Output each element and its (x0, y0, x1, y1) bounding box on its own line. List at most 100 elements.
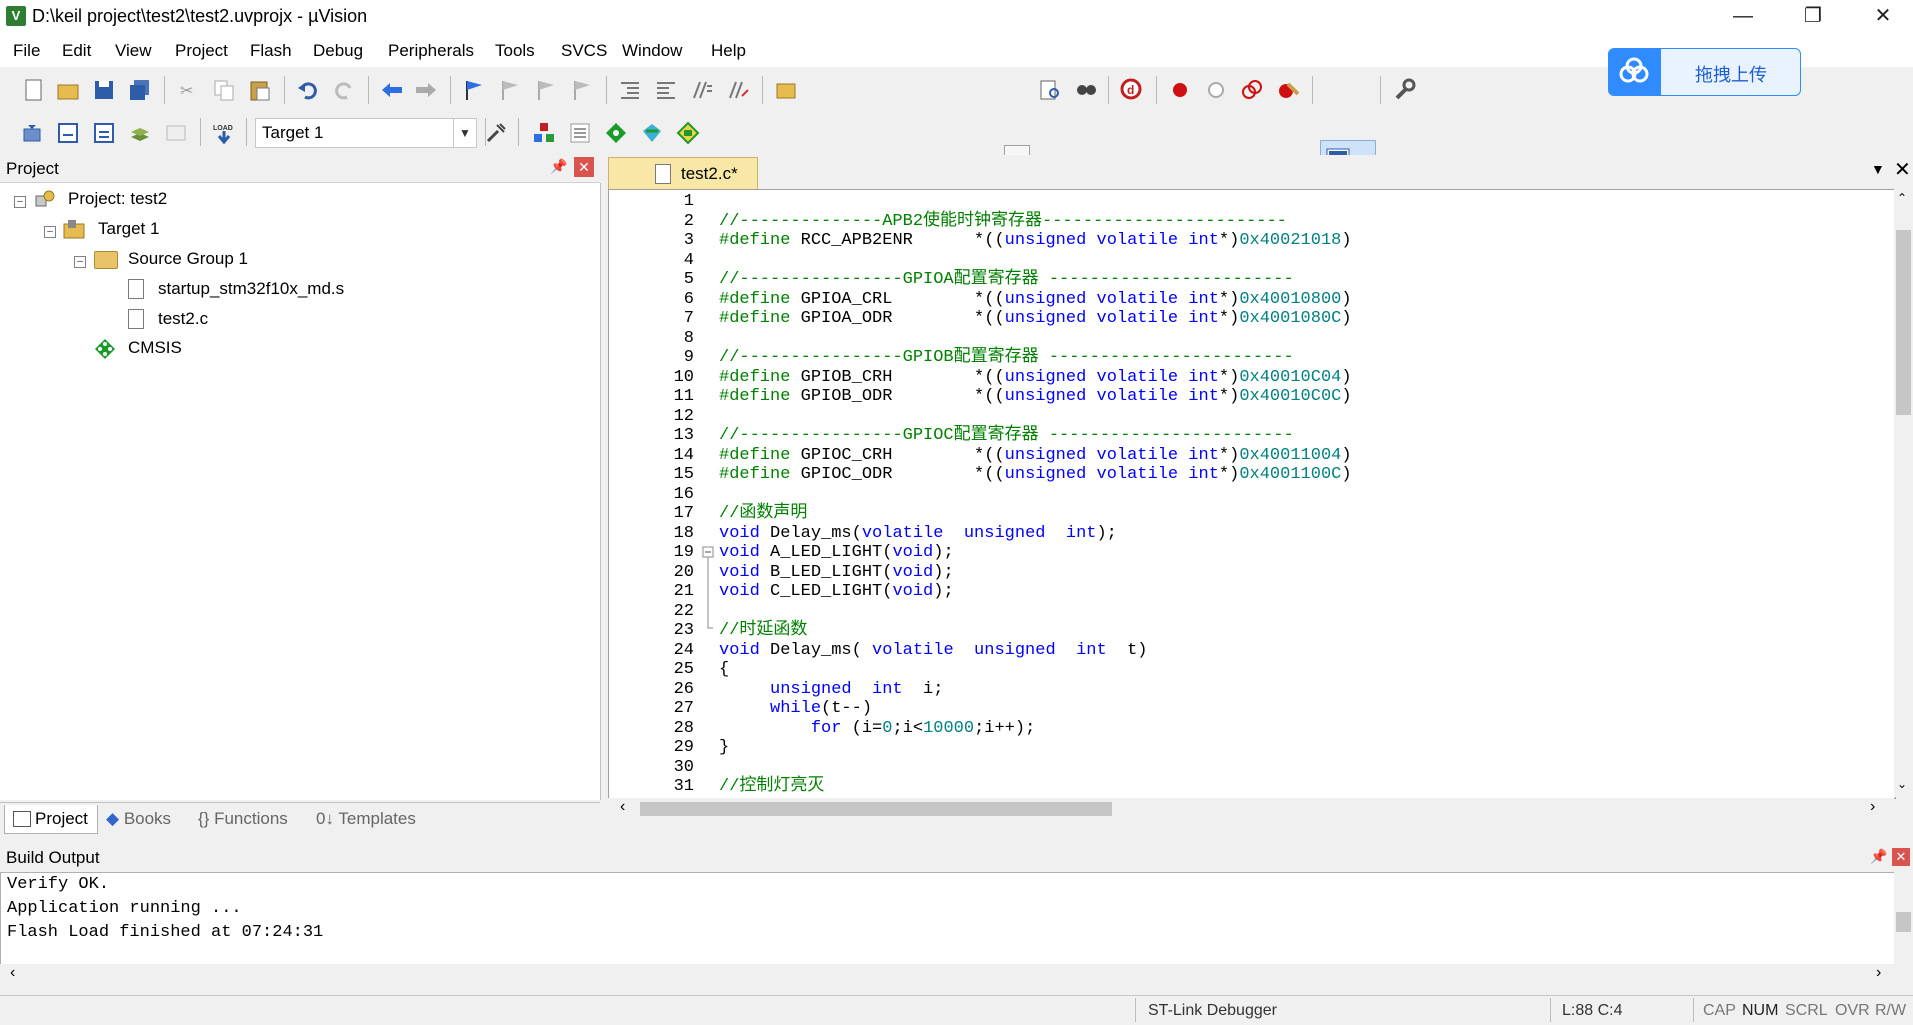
restore-button[interactable]: ❐ (1783, 0, 1843, 33)
code-line[interactable] (719, 251, 1879, 271)
close-tab-icon[interactable]: ✕ (1894, 157, 1911, 182)
code-area[interactable]: //--------------APB2使能时钟寄存器-------------… (719, 192, 1879, 797)
menu-edit[interactable]: Edit (62, 41, 91, 61)
tree-project-root[interactable]: Project: test2 (68, 189, 167, 209)
menu-debug[interactable]: Debug (313, 41, 363, 61)
build-icon[interactable] (56, 121, 80, 145)
tree-source-group[interactable]: Source Group 1 (128, 249, 248, 269)
code-line[interactable] (719, 758, 1879, 778)
code-line[interactable]: void A_LED_LIGHT(void); (719, 543, 1879, 563)
breakpoint-icon[interactable] (1168, 78, 1192, 102)
code-line[interactable] (719, 485, 1879, 505)
redo-icon[interactable] (332, 78, 356, 102)
scroll-thumb[interactable] (1896, 230, 1911, 415)
manage-rte-icon[interactable] (604, 121, 628, 145)
code-line[interactable]: void B_LED_LIGHT(void); (719, 563, 1879, 583)
incremental-find-icon[interactable] (1074, 78, 1098, 102)
tab-templates[interactable]: 0↓ Templates (316, 809, 416, 829)
code-line[interactable]: //----------------GPIOB配置寄存器 -----------… (719, 348, 1879, 368)
code-line[interactable]: { (719, 660, 1879, 680)
batch-build-icon[interactable] (128, 121, 152, 145)
menu-window[interactable]: Window (622, 41, 682, 61)
stop-build-icon[interactable] (164, 121, 188, 145)
collapse-icon[interactable]: – (14, 196, 26, 208)
find-in-files-icon[interactable] (774, 78, 798, 102)
code-line[interactable]: #define GPIOC_ODR *((unsigned volatile i… (719, 465, 1879, 485)
code-line[interactable]: while(t--) (719, 699, 1879, 719)
scroll-thumb[interactable] (1896, 912, 1911, 932)
tree-file-test2c[interactable]: test2.c (158, 309, 208, 329)
code-line[interactable]: void Delay_ms( volatile unsigned int t) (719, 641, 1879, 661)
uncomment-icon[interactable] (726, 78, 750, 102)
tab-list-icon[interactable]: ▼ (1871, 161, 1885, 177)
prev-bookmark-icon[interactable] (498, 78, 522, 102)
new-file-icon[interactable] (22, 78, 46, 102)
code-line[interactable]: for (i=0;i<10000;i++); (719, 719, 1879, 739)
code-line[interactable]: unsigned int i; (719, 680, 1879, 700)
indent-icon[interactable] (618, 78, 642, 102)
target-select[interactable]: Target 1 ▼ (255, 118, 477, 148)
pin-icon[interactable]: 📌 (1870, 848, 1887, 865)
horizontal-scroll-thumb[interactable] (640, 802, 1112, 816)
debug-session-icon[interactable]: d (1120, 78, 1144, 102)
save-icon[interactable] (92, 78, 116, 102)
close-icon[interactable]: ✕ (1892, 848, 1910, 866)
collapse-icon[interactable]: – (74, 256, 86, 268)
menu-tools[interactable]: Tools (495, 41, 535, 61)
code-line[interactable]: #define RCC_APB2ENR *((unsigned volatile… (719, 231, 1879, 251)
disable-all-breakpoints-icon[interactable] (1240, 78, 1264, 102)
minimize-button[interactable]: — (1713, 0, 1773, 33)
menu-project[interactable]: Project (175, 41, 228, 61)
undo-icon[interactable] (296, 78, 320, 102)
tree-file-startup[interactable]: startup_stm32f10x_md.s (158, 279, 344, 299)
scroll-down-icon[interactable]: ⌄ (1897, 777, 1907, 791)
scroll-up-icon[interactable]: ⌃ (1897, 191, 1907, 205)
close-window-button[interactable]: ✕ (1853, 0, 1913, 33)
cut-icon[interactable]: ✂ (176, 78, 200, 102)
scroll-left-icon[interactable]: ‹ (620, 798, 625, 816)
tab-books[interactable]: ◆ Books (106, 809, 171, 829)
target-options-icon[interactable] (484, 121, 508, 145)
kill-breakpoints-icon[interactable] (1276, 78, 1300, 102)
menu-svcs[interactable]: SVCS (561, 41, 607, 61)
code-line[interactable] (719, 329, 1879, 349)
code-line[interactable]: //--------------APB2使能时钟寄存器-------------… (719, 212, 1879, 232)
scroll-right-icon[interactable]: › (1870, 798, 1875, 816)
tree-target[interactable]: Target 1 (98, 219, 159, 239)
translate-icon[interactable] (20, 121, 44, 145)
configure-icon[interactable] (1392, 78, 1416, 102)
copy-icon[interactable] (212, 78, 236, 102)
code-line[interactable]: void C_LED_LIGHT(void); (719, 582, 1879, 602)
scroll-right-icon[interactable]: › (1876, 964, 1881, 982)
code-line[interactable] (719, 192, 1879, 212)
code-line[interactable]: #define GPIOA_CRL *((unsigned volatile i… (719, 290, 1879, 310)
tab-project[interactable]: Project (4, 805, 98, 834)
menu-flash[interactable]: Flash (250, 41, 292, 61)
build-output-panel[interactable]: Verify OK. Application running ... Flash… (0, 872, 1896, 966)
menu-peripherals[interactable]: Peripherals (388, 41, 474, 61)
code-line[interactable]: //----------------GPIOC配置寄存器 -----------… (719, 426, 1879, 446)
pin-icon[interactable]: 📌 (550, 158, 567, 175)
find-icon[interactable] (1038, 78, 1062, 102)
clear-bookmarks-icon[interactable] (570, 78, 594, 102)
close-icon[interactable]: ✕ (574, 157, 594, 177)
bookmark-icon[interactable] (462, 78, 486, 102)
code-line[interactable]: } (719, 738, 1879, 758)
scroll-left-icon[interactable]: ‹ (10, 964, 15, 982)
code-line[interactable]: void Delay_ms(volatile unsigned int); (719, 524, 1879, 544)
code-line[interactable]: #define GPIOB_CRH *((unsigned volatile i… (719, 368, 1879, 388)
select-packs-icon[interactable] (568, 121, 592, 145)
code-line[interactable]: //控制灯亮灭 (719, 777, 1879, 797)
collapse-icon[interactable]: – (44, 226, 56, 238)
tab-functions[interactable]: {} Functions (198, 809, 288, 829)
menu-view[interactable]: View (115, 41, 152, 61)
manage-project-items-icon[interactable] (532, 121, 556, 145)
menu-help[interactable]: Help (711, 41, 746, 61)
paste-icon[interactable] (248, 78, 272, 102)
pack-icon[interactable] (676, 121, 700, 145)
nav-back-icon[interactable] (380, 78, 404, 102)
pack-installer-icon[interactable] (640, 121, 664, 145)
next-bookmark-icon[interactable] (534, 78, 558, 102)
disable-breakpoint-icon[interactable] (1204, 78, 1228, 102)
code-line[interactable]: #define GPIOA_ODR *((unsigned volatile i… (719, 309, 1879, 329)
